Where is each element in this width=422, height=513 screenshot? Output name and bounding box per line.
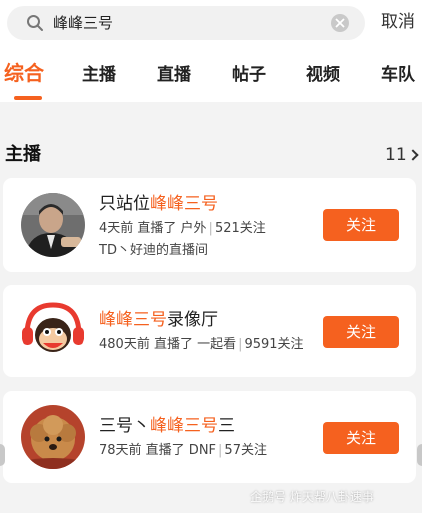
last-live: 480天前 直播了 一起看 [99, 337, 237, 352]
name-suffix: 录像厅 [167, 310, 218, 330]
search-icon [26, 14, 44, 32]
divider: | [208, 221, 213, 236]
follow-button[interactable]: 关注 [323, 209, 399, 241]
active-tab-indicator [14, 96, 42, 100]
edge-handle-right [417, 444, 422, 466]
anchor-card[interactable]: 只站位峰峰三号 4天前 直播了 户外 | 521关注 TD丶好迪的直播间 关注 [3, 178, 416, 272]
tab-teams[interactable]: 车队 [381, 62, 415, 88]
tab-live[interactable]: 直播 [157, 62, 191, 88]
clear-icon[interactable] [331, 14, 349, 32]
name-suffix: 三 [218, 416, 235, 436]
name-prefix: 只站位 [99, 194, 150, 214]
watermark: 企鹅号 炸天帮八卦速事 [250, 490, 374, 504]
follow-button[interactable]: 关注 [323, 422, 399, 454]
tab-videos[interactable]: 视频 [306, 62, 340, 88]
anchor-meta: 480天前 直播了 一起看 | 9591关注 [99, 336, 304, 354]
divider: | [238, 337, 243, 352]
category-tabs: 综合 主播 直播 帖子 视频 车队 [0, 52, 422, 102]
section-title: 主播 [5, 144, 41, 165]
anchor-card[interactable]: 峰峰三号录像厅 480天前 直播了 一起看 | 9591关注 关注 [3, 285, 416, 377]
anchor-card[interactable]: 三号丶峰峰三号三 78天前 直播了 DNF | 57关注 关注 [3, 391, 416, 483]
anchor-meta: 4天前 直播了 户外 | 521关注 [99, 220, 266, 238]
last-live: 4天前 直播了 户外 [99, 221, 207, 236]
avatar[interactable] [21, 299, 85, 363]
avatar[interactable] [21, 193, 85, 257]
cancel-button[interactable]: 取消 [381, 10, 415, 34]
tab-posts[interactable]: 帖子 [232, 62, 266, 88]
anchor-meta: 78天前 直播了 DNF | 57关注 [99, 442, 267, 460]
follower-count: 57关注 [224, 443, 267, 458]
edge-handle-left [0, 444, 5, 466]
section-count: 11 [385, 145, 407, 165]
divider: | [218, 443, 223, 458]
tab-comprehensive[interactable]: 综合 [4, 60, 44, 86]
tab-anchors[interactable]: 主播 [82, 62, 116, 88]
name-highlight: 峰峰三号 [150, 416, 218, 436]
name-prefix: 三号丶 [99, 416, 150, 436]
follower-count: 521关注 [214, 221, 266, 236]
chevron-right-icon [406, 149, 419, 161]
search-header: 峰峰三号 取消 [0, 0, 422, 52]
anchor-name: 三号丶峰峰三号三 [99, 415, 235, 437]
anchor-name: 只站位峰峰三号 [99, 193, 218, 215]
anchor-name: 峰峰三号录像厅 [99, 309, 218, 331]
last-live: 78天前 直播了 DNF [99, 443, 217, 458]
live-room-name: TD丶好迪的直播间 [99, 243, 208, 258]
name-highlight: 峰峰三号 [150, 194, 218, 214]
name-highlight: 峰峰三号 [99, 310, 167, 330]
avatar[interactable] [21, 405, 85, 469]
follow-button[interactable]: 关注 [323, 316, 399, 348]
follower-count: 9591关注 [244, 337, 304, 352]
search-input[interactable]: 峰峰三号 [7, 6, 365, 40]
search-query: 峰峰三号 [53, 14, 114, 32]
section-more-link[interactable]: 11 [385, 143, 419, 167]
